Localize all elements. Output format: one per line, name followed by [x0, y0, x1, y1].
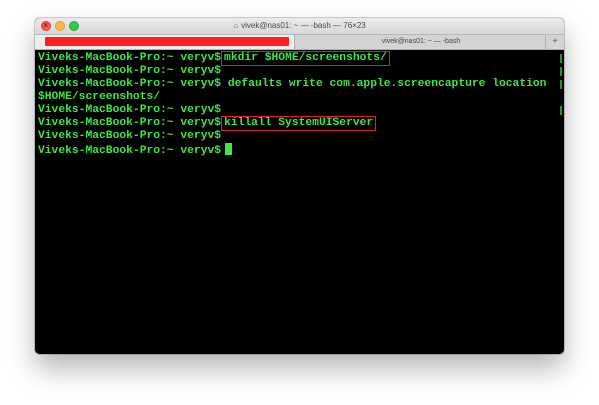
- shell-prompt: Viveks-MacBook-Pro:~ veryv$: [38, 65, 222, 77]
- terminal-continuation: $HOME/screenshots/: [38, 91, 161, 103]
- line-marker: [560, 67, 562, 76]
- terminal-line: Viveks-MacBook-Pro:~ veryv$ mkdir $HOME/s…: [38, 51, 564, 66]
- tab-redaction-highlight: [45, 37, 289, 46]
- home-folder-icon: ⌂: [233, 21, 239, 30]
- new-tab-button[interactable]: +: [545, 35, 564, 49]
- window-title: ⌂ vivek@nas01: ~ — -bash — 76×23: [35, 20, 564, 32]
- text-cursor: [225, 143, 233, 155]
- tab-bar: vivek@nas01: ~ — -bash +: [35, 35, 564, 50]
- tab-active[interactable]: [35, 35, 295, 49]
- line-marker: [560, 106, 562, 115]
- title-bar[interactable]: × ⌂ vivek@nas01: ~ — -bash — 76×23: [35, 18, 564, 35]
- terminal-command: defaults write com.apple.screencapture l…: [227, 78, 547, 90]
- highlighted-command: mkdir $HOME/screenshots/: [221, 51, 390, 66]
- shell-prompt: Viveks-MacBook-Pro:~ veryv$: [38, 52, 222, 64]
- tab-label: vivek@nas01: ~ — -bash: [381, 38, 461, 45]
- terminal-line: Viveks-MacBook-Pro:~ veryv$: [38, 104, 564, 117]
- terminal-line: Viveks-MacBook-Pro:~ veryv$: [38, 130, 564, 143]
- terminal-window: × ⌂ vivek@nas01: ~ — -bash — 76×23 vivek@…: [35, 18, 564, 354]
- terminal-line: Viveks-MacBook-Pro:~ veryv$: [38, 65, 564, 78]
- tab-bash[interactable]: vivek@nas01: ~ — -bash: [296, 35, 546, 49]
- terminal-line: Viveks-MacBook-Pro:~ veryv$: [38, 143, 564, 157]
- shell-prompt: Viveks-MacBook-Pro:~ veryv$: [38, 104, 222, 116]
- shell-prompt: Viveks-MacBook-Pro:~ veryv$: [38, 145, 222, 157]
- line-marker: [560, 54, 562, 63]
- plus-icon: +: [552, 36, 558, 47]
- line-marker: [560, 80, 562, 89]
- window-title-text: vivek@nas01: ~ — -bash — 76×23: [241, 21, 366, 30]
- shell-prompt: Viveks-MacBook-Pro:~ veryv$: [38, 78, 222, 90]
- terminal-output[interactable]: Viveks-MacBook-Pro:~ veryv$ mkdir $HOME/s…: [35, 50, 564, 354]
- terminal-line: Viveks-MacBook-Pro:~ veryv$ killall Syste…: [38, 116, 564, 131]
- terminal-line: Viveks-MacBook-Pro:~ veryv$ defaults wri…: [38, 78, 564, 91]
- terminal-line: $HOME/screenshots/: [38, 91, 564, 104]
- shell-prompt: Viveks-MacBook-Pro:~ veryv$: [38, 130, 222, 142]
- shell-prompt: Viveks-MacBook-Pro:~ veryv$: [38, 117, 222, 129]
- highlighted-command: killall SystemUIServer: [221, 116, 377, 131]
